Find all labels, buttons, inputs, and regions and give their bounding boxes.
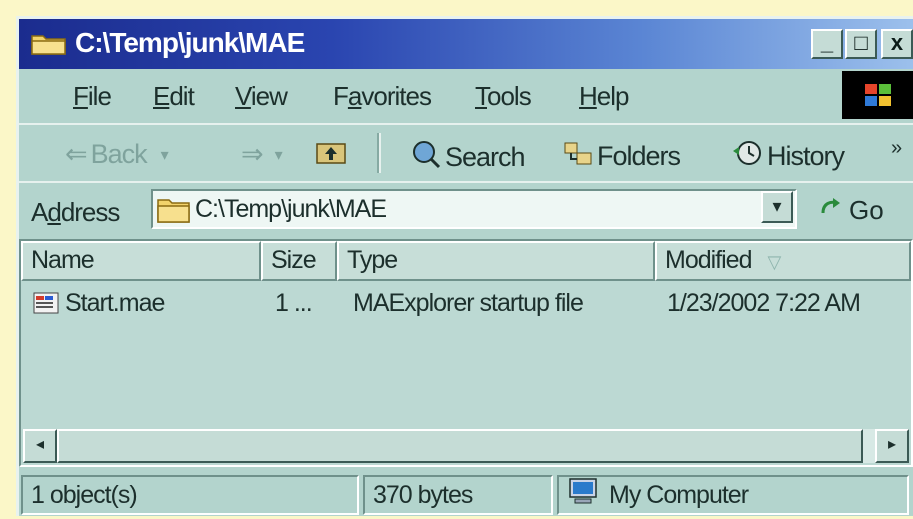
- windows-logo-icon: [842, 71, 913, 119]
- toolbar-overflow-button[interactable]: »: [891, 137, 902, 160]
- table-row[interactable]: Start.mae 1 ... MAExplorer startup file …: [21, 285, 911, 325]
- status-location: My Computer: [557, 475, 909, 515]
- folder-icon: [157, 196, 191, 229]
- back-button[interactable]: ⇐ Back ▾: [65, 139, 169, 170]
- status-size: 370 bytes: [363, 475, 553, 515]
- search-button[interactable]: Search: [411, 139, 526, 176]
- menu-edit[interactable]: Edit: [153, 81, 195, 112]
- horizontal-scrollbar[interactable]: ◂ ▸: [23, 429, 909, 463]
- maximize-button[interactable]: □: [845, 29, 877, 59]
- column-header-type[interactable]: Type: [337, 241, 655, 281]
- history-button[interactable]: History: [731, 139, 845, 174]
- scroll-left-icon: ◂: [35, 436, 45, 453]
- close-button[interactable]: x: [881, 29, 913, 59]
- scroll-right-icon: ▸: [887, 436, 897, 453]
- status-object-count: 1 object(s): [21, 475, 359, 515]
- scroll-right-button[interactable]: ▸: [875, 429, 909, 463]
- window-title: C:\Temp\junk\MAE: [75, 27, 305, 58]
- file-size: 1 ...: [275, 289, 313, 317]
- chevron-down-icon: ▾: [160, 146, 169, 164]
- address-input[interactable]: C:\Temp\junk\MAE: [151, 189, 797, 229]
- column-header-name[interactable]: Name: [21, 241, 261, 281]
- title-bar[interactable]: C:\Temp\junk\MAE _ □ x: [19, 19, 913, 69]
- chevron-down-icon: ▾: [274, 146, 283, 164]
- minimize-icon: _: [820, 30, 834, 55]
- explorer-window: C:\Temp\junk\MAE _ □ x File Edit View Fa…: [16, 16, 913, 516]
- sort-descending-icon: ▽: [767, 252, 781, 272]
- scrollbar-thumb[interactable]: [57, 429, 863, 463]
- toolbar-separator: [377, 133, 381, 173]
- address-bar: Address C:\Temp\junk\MAE ▾ Go: [19, 181, 913, 237]
- standard-toolbar: ⇐ Back ▾ ⇒ ▾ Search Folders History »: [19, 123, 913, 181]
- menu-file[interactable]: File: [73, 81, 112, 112]
- close-icon: x: [890, 30, 904, 55]
- forward-arrow-icon: ⇒: [241, 139, 264, 169]
- column-header-modified[interactable]: Modified ▽: [655, 241, 911, 281]
- forward-button[interactable]: ⇒ ▾: [241, 139, 283, 170]
- column-header-size[interactable]: Size: [261, 241, 337, 281]
- minimize-button[interactable]: _: [811, 29, 843, 59]
- scroll-left-button[interactable]: ◂: [23, 429, 57, 463]
- go-button[interactable]: Go: [819, 195, 884, 226]
- menu-help[interactable]: Help: [579, 81, 629, 112]
- history-icon: [731, 139, 763, 174]
- maximize-icon: □: [854, 30, 868, 55]
- file-list[interactable]: Name Size Type Modified ▽ Start.mae 1 ..…: [19, 239, 913, 467]
- address-value: C:\Temp\junk\MAE: [195, 195, 387, 223]
- folder-icon: [31, 31, 67, 55]
- menu-view[interactable]: View: [235, 81, 288, 112]
- file-modified: 1/23/2002 7:22 AM: [667, 289, 861, 317]
- up-folder-button[interactable]: [315, 139, 347, 172]
- file-type: MAExplorer startup file: [353, 289, 584, 317]
- go-arrow-icon: [819, 195, 843, 226]
- mae-file-icon: [33, 291, 59, 322]
- menu-tools[interactable]: Tools: [475, 81, 532, 112]
- file-name: Start.mae: [65, 289, 165, 317]
- folders-button[interactable]: Folders: [563, 139, 681, 174]
- search-globe-icon: [411, 139, 441, 176]
- back-arrow-icon: ⇐: [65, 139, 88, 169]
- menu-favorites[interactable]: Favorites: [333, 81, 432, 112]
- folders-icon: [563, 139, 593, 174]
- chevron-down-icon: ▾: [772, 196, 782, 216]
- up-folder-icon: [315, 139, 347, 172]
- address-dropdown-button[interactable]: ▾: [761, 191, 793, 223]
- status-bar: 1 object(s) 370 bytes My Computer: [19, 471, 913, 519]
- my-computer-icon: [567, 477, 599, 514]
- address-label: Address: [31, 197, 120, 227]
- menu-bar: File Edit View Favorites Tools Help: [19, 69, 913, 121]
